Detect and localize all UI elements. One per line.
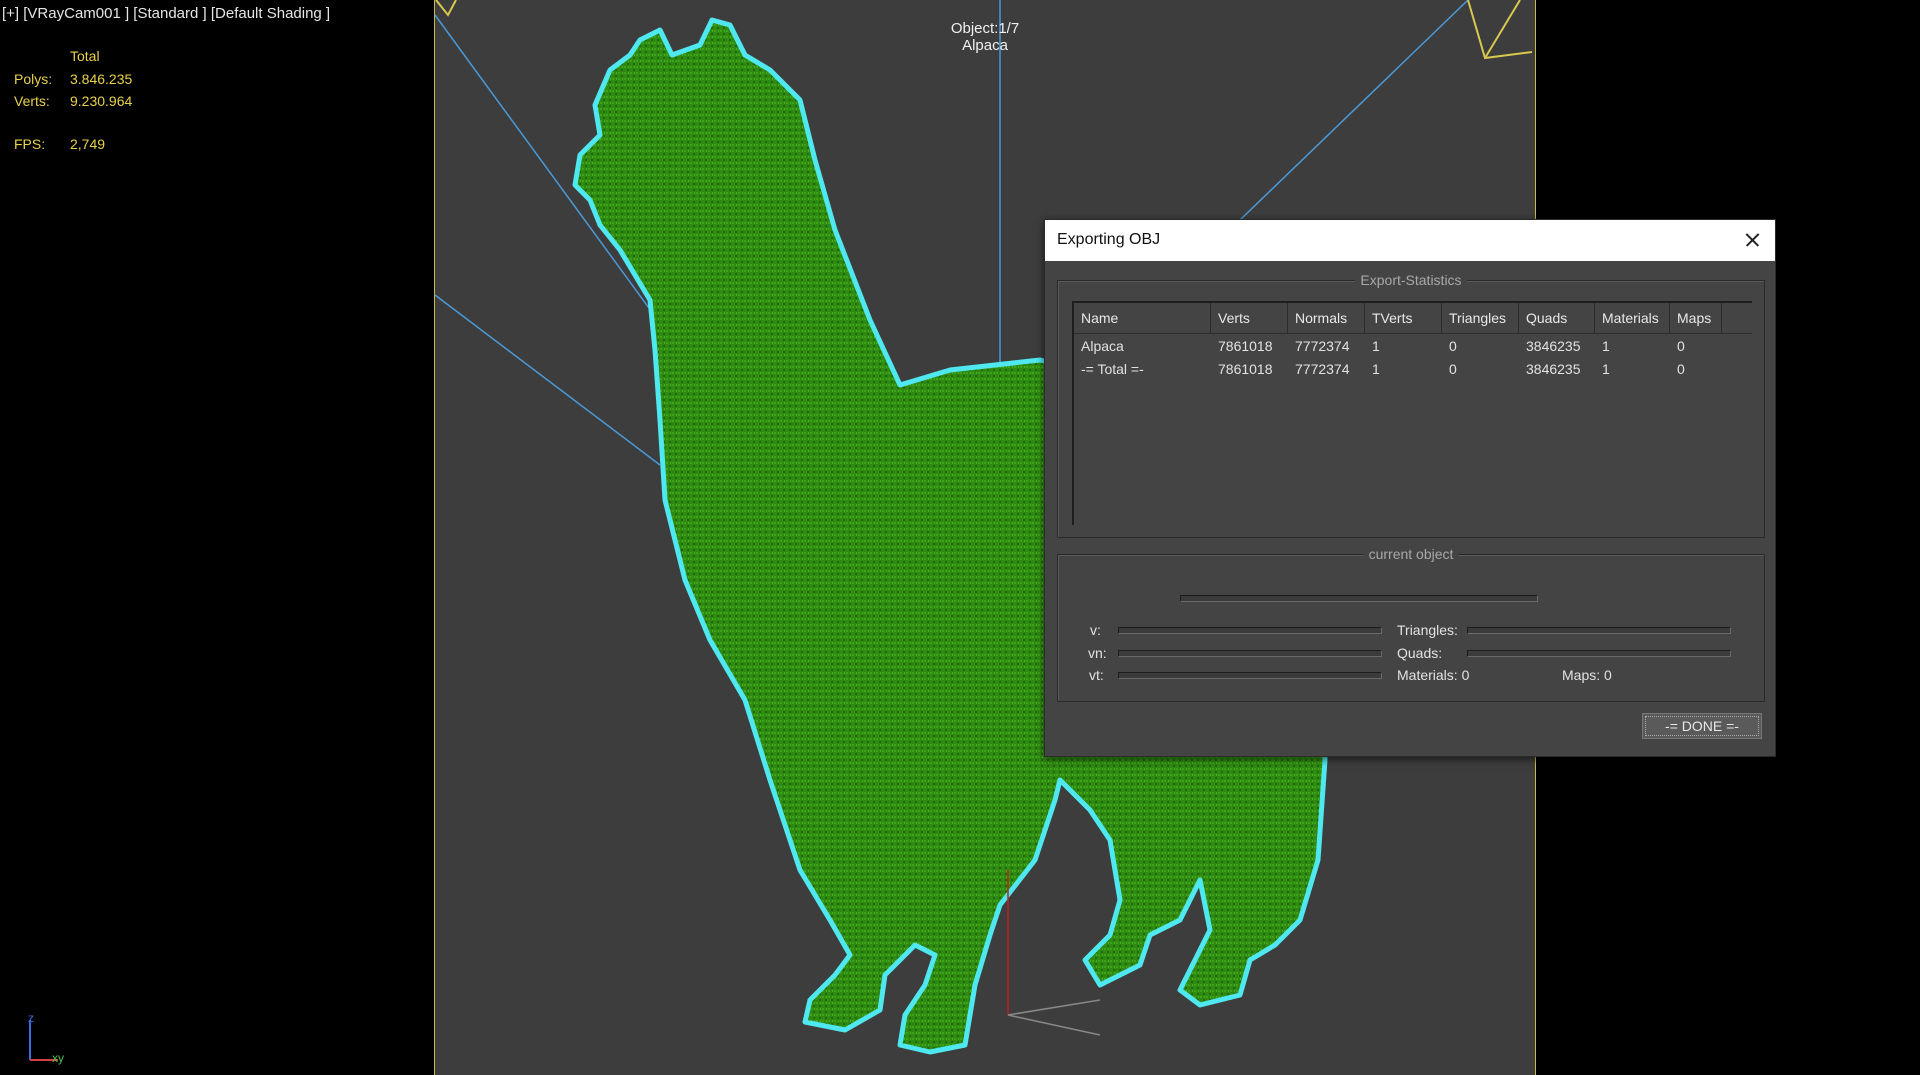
dialog-title: Exporting OBJ xyxy=(1057,231,1161,248)
axis-xy-label: xy xyxy=(52,1051,64,1065)
col-tverts[interactable]: TVerts xyxy=(1365,303,1442,333)
cell-triangles: 0 xyxy=(1449,361,1457,377)
cell-materials: 1 xyxy=(1602,361,1610,377)
triangles-label: Triangles: xyxy=(1397,622,1458,638)
overall-progress-bar xyxy=(1180,595,1538,602)
col-materials[interactable]: Materials xyxy=(1595,303,1670,333)
col-maps[interactable]: Maps xyxy=(1670,303,1722,333)
cell-maps: 0 xyxy=(1677,338,1685,354)
pivot-gizmo xyxy=(1007,870,1101,1036)
vn-progress-bar xyxy=(1118,650,1382,657)
list-row-alpaca[interactable]: Alpaca 7861018 7772374 1 0 3846235 1 0 xyxy=(1074,335,1752,358)
dialog-titlebar[interactable]: Exporting OBJ xyxy=(1045,220,1775,261)
maps-value: 0 xyxy=(1604,667,1612,683)
close-icon[interactable] xyxy=(1735,224,1769,256)
v-progress-bar xyxy=(1118,627,1382,634)
vt-label: vt: xyxy=(1089,667,1104,683)
col-triangles[interactable]: Triangles xyxy=(1442,303,1519,333)
triangles-progress-bar xyxy=(1467,627,1731,634)
materials-value: 0 xyxy=(1461,667,1470,683)
quads-label: Quads: xyxy=(1397,645,1443,661)
vn-label: vn: xyxy=(1088,645,1107,661)
statistics-listview[interactable]: Name Verts Normals TVerts Triangles Quad… xyxy=(1072,301,1752,525)
materials-label: Materials: xyxy=(1397,667,1458,683)
list-header: Name Verts Normals TVerts Triangles Quad… xyxy=(1074,303,1752,334)
cell-verts: 7861018 xyxy=(1218,338,1273,354)
col-name[interactable]: Name xyxy=(1074,303,1211,333)
axis-tripod-icon: z xy xyxy=(28,1012,64,1065)
current-object-group: current object v: Triangles: vn: Quads: … xyxy=(1057,546,1765,702)
cell-quads: 3846235 xyxy=(1526,338,1581,354)
cell-name: -= Total =- xyxy=(1081,361,1144,377)
object-counter: Object:1/7 xyxy=(950,20,1020,37)
col-normals[interactable]: Normals xyxy=(1288,303,1365,333)
col-verts[interactable]: Verts xyxy=(1211,303,1288,333)
cell-tverts: 1 xyxy=(1372,361,1380,377)
cell-verts: 7861018 xyxy=(1218,361,1273,377)
materials-readout: Materials: 0 xyxy=(1397,667,1469,683)
maps-label: Maps: xyxy=(1562,667,1601,683)
cell-name: Alpaca xyxy=(1081,338,1124,354)
quads-progress-bar xyxy=(1467,650,1731,657)
col-quads[interactable]: Quads xyxy=(1519,303,1595,333)
maps-readout: Maps: 0 xyxy=(1562,667,1612,683)
axis-z-label: z xyxy=(28,1012,34,1025)
cell-tverts: 1 xyxy=(1372,338,1380,354)
current-object-title: current object xyxy=(1363,546,1459,562)
cell-materials: 1 xyxy=(1602,338,1610,354)
exporting-obj-dialog[interactable]: Exporting OBJ Export-Statistics Name Ver… xyxy=(1044,219,1776,757)
export-statistics-title: Export-Statistics xyxy=(1355,272,1467,288)
cell-normals: 7772374 xyxy=(1295,361,1350,377)
v-label: v: xyxy=(1090,622,1101,638)
cell-normals: 7772374 xyxy=(1295,338,1350,354)
done-button[interactable]: -= DONE =- xyxy=(1642,713,1762,739)
cell-quads: 3846235 xyxy=(1526,361,1581,377)
export-statistics-group: Export-Statistics Name Verts Normals TVe… xyxy=(1057,272,1765,538)
object-info: Object:1/7 Alpaca xyxy=(930,20,1040,54)
cell-maps: 0 xyxy=(1677,361,1685,377)
list-row-total[interactable]: -= Total =- 7861018 7772374 1 0 3846235 … xyxy=(1074,358,1752,381)
vt-progress-bar xyxy=(1118,672,1382,679)
cell-triangles: 0 xyxy=(1449,338,1457,354)
object-name: Alpaca xyxy=(962,37,1008,54)
